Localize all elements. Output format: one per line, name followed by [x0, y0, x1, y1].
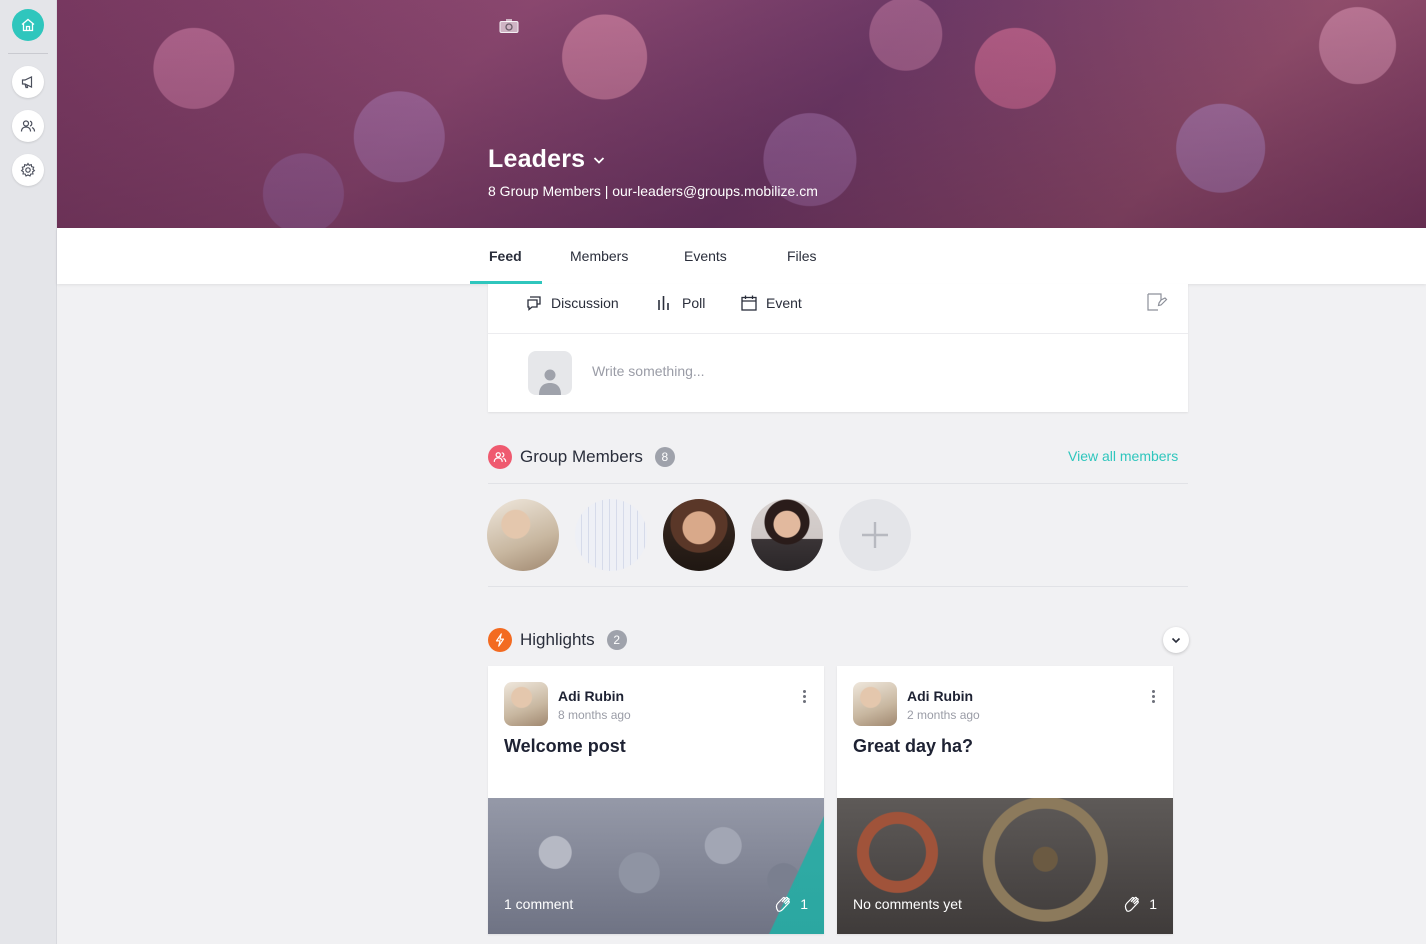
group-members-icon — [488, 445, 512, 469]
lightning-icon — [488, 628, 512, 652]
members-section-header: Group Members 8 — [488, 445, 675, 469]
poll-label: Poll — [682, 295, 706, 311]
post-title[interactable]: Great day ha? — [853, 736, 973, 757]
avatar[interactable] — [853, 682, 897, 726]
collapse-highlights-button[interactable] — [1163, 627, 1189, 653]
calendar-icon — [741, 295, 757, 311]
highlights-count-badge: 2 — [606, 630, 627, 650]
highlight-card[interactable]: Adi Rubin 8 months ago Welcome post 1 co… — [488, 666, 824, 934]
highlight-card[interactable]: Adi Rubin 2 months ago Great day ha? No … — [837, 666, 1173, 934]
post-input[interactable] — [592, 363, 1092, 379]
event-label: Event — [766, 295, 802, 311]
group-name: Leaders — [488, 145, 586, 173]
highlights-section-title: Highlights — [520, 630, 595, 649]
add-member-button[interactable] — [839, 499, 911, 571]
clap-count: 1 — [800, 896, 808, 912]
avatar — [528, 351, 572, 395]
group-tabs: Feed Members Events Files — [57, 228, 1426, 284]
event-button[interactable]: Event — [740, 294, 802, 312]
clap-count: 1 — [1149, 896, 1157, 912]
plus-icon — [862, 522, 888, 548]
sidebar-item-announcements[interactable] — [12, 66, 44, 98]
tab-events[interactable]: Events — [684, 228, 727, 284]
members-count-badge: 8 — [654, 447, 675, 467]
tab-members[interactable]: Members — [570, 228, 628, 284]
people-icon — [20, 120, 36, 132]
chevron-down-icon — [1171, 637, 1181, 644]
member-avatar[interactable] — [751, 499, 823, 571]
clap-button[interactable]: 1 — [1123, 894, 1157, 914]
tab-files[interactable]: Files — [787, 228, 817, 284]
edit-note-icon — [1147, 293, 1168, 311]
post-time: 2 months ago — [907, 708, 980, 722]
sidebar-item-groups[interactable] — [12, 110, 44, 142]
clap-icon — [1125, 896, 1140, 912]
discussion-label: Discussion — [551, 295, 619, 311]
member-avatar[interactable] — [575, 499, 647, 571]
tab-feed[interactable]: Feed — [489, 228, 522, 284]
member-avatar[interactable] — [663, 499, 735, 571]
megaphone-icon — [21, 76, 33, 89]
poll-button[interactable]: Poll — [656, 294, 705, 312]
chevron-down-icon — [594, 156, 605, 164]
sidebar-divider — [8, 53, 48, 54]
group-subtitle: 8 Group Members | our-leaders@groups.mob… — [488, 183, 818, 199]
camera-icon — [499, 19, 519, 33]
composer-divider — [488, 333, 1188, 334]
sidebar — [0, 0, 57, 944]
more-options-icon[interactable] — [803, 690, 806, 703]
sidebar-item-settings[interactable] — [12, 154, 44, 186]
home-icon — [21, 18, 35, 32]
members-divider-bottom — [488, 586, 1188, 587]
sidebar-item-home[interactable] — [12, 9, 44, 41]
draft-button[interactable] — [1146, 292, 1168, 317]
members-section-title: Group Members — [520, 447, 643, 466]
comment-count[interactable]: No comments yet — [853, 896, 962, 912]
avatar[interactable] — [504, 682, 548, 726]
clap-button[interactable]: 1 — [774, 894, 808, 914]
discussion-button[interactable]: Discussion — [525, 294, 619, 312]
clap-icon — [776, 896, 791, 912]
comment-count[interactable]: 1 comment — [504, 896, 573, 912]
view-all-members-link[interactable]: View all members — [1068, 448, 1178, 464]
post-composer: Discussion Poll Event — [488, 284, 1188, 412]
post-author[interactable]: Adi Rubin — [907, 688, 973, 704]
discussion-icon — [527, 296, 541, 311]
gear-icon — [20, 162, 36, 177]
more-options-icon[interactable] — [1152, 690, 1155, 703]
post-time: 8 months ago — [558, 708, 631, 722]
post-author[interactable]: Adi Rubin — [558, 688, 624, 704]
member-avatar[interactable] — [487, 499, 559, 571]
user-placeholder-icon — [539, 369, 561, 395]
members-divider-top — [488, 483, 1188, 484]
change-cover-button[interactable] — [499, 18, 519, 39]
poll-icon — [658, 296, 669, 310]
group-title[interactable]: Leaders — [488, 145, 607, 174]
post-title[interactable]: Welcome post — [504, 736, 626, 757]
cover-image: Leaders 8 Group Members | our-leaders@gr… — [57, 0, 1426, 228]
highlights-section-header: Highlights 2 — [488, 628, 627, 652]
